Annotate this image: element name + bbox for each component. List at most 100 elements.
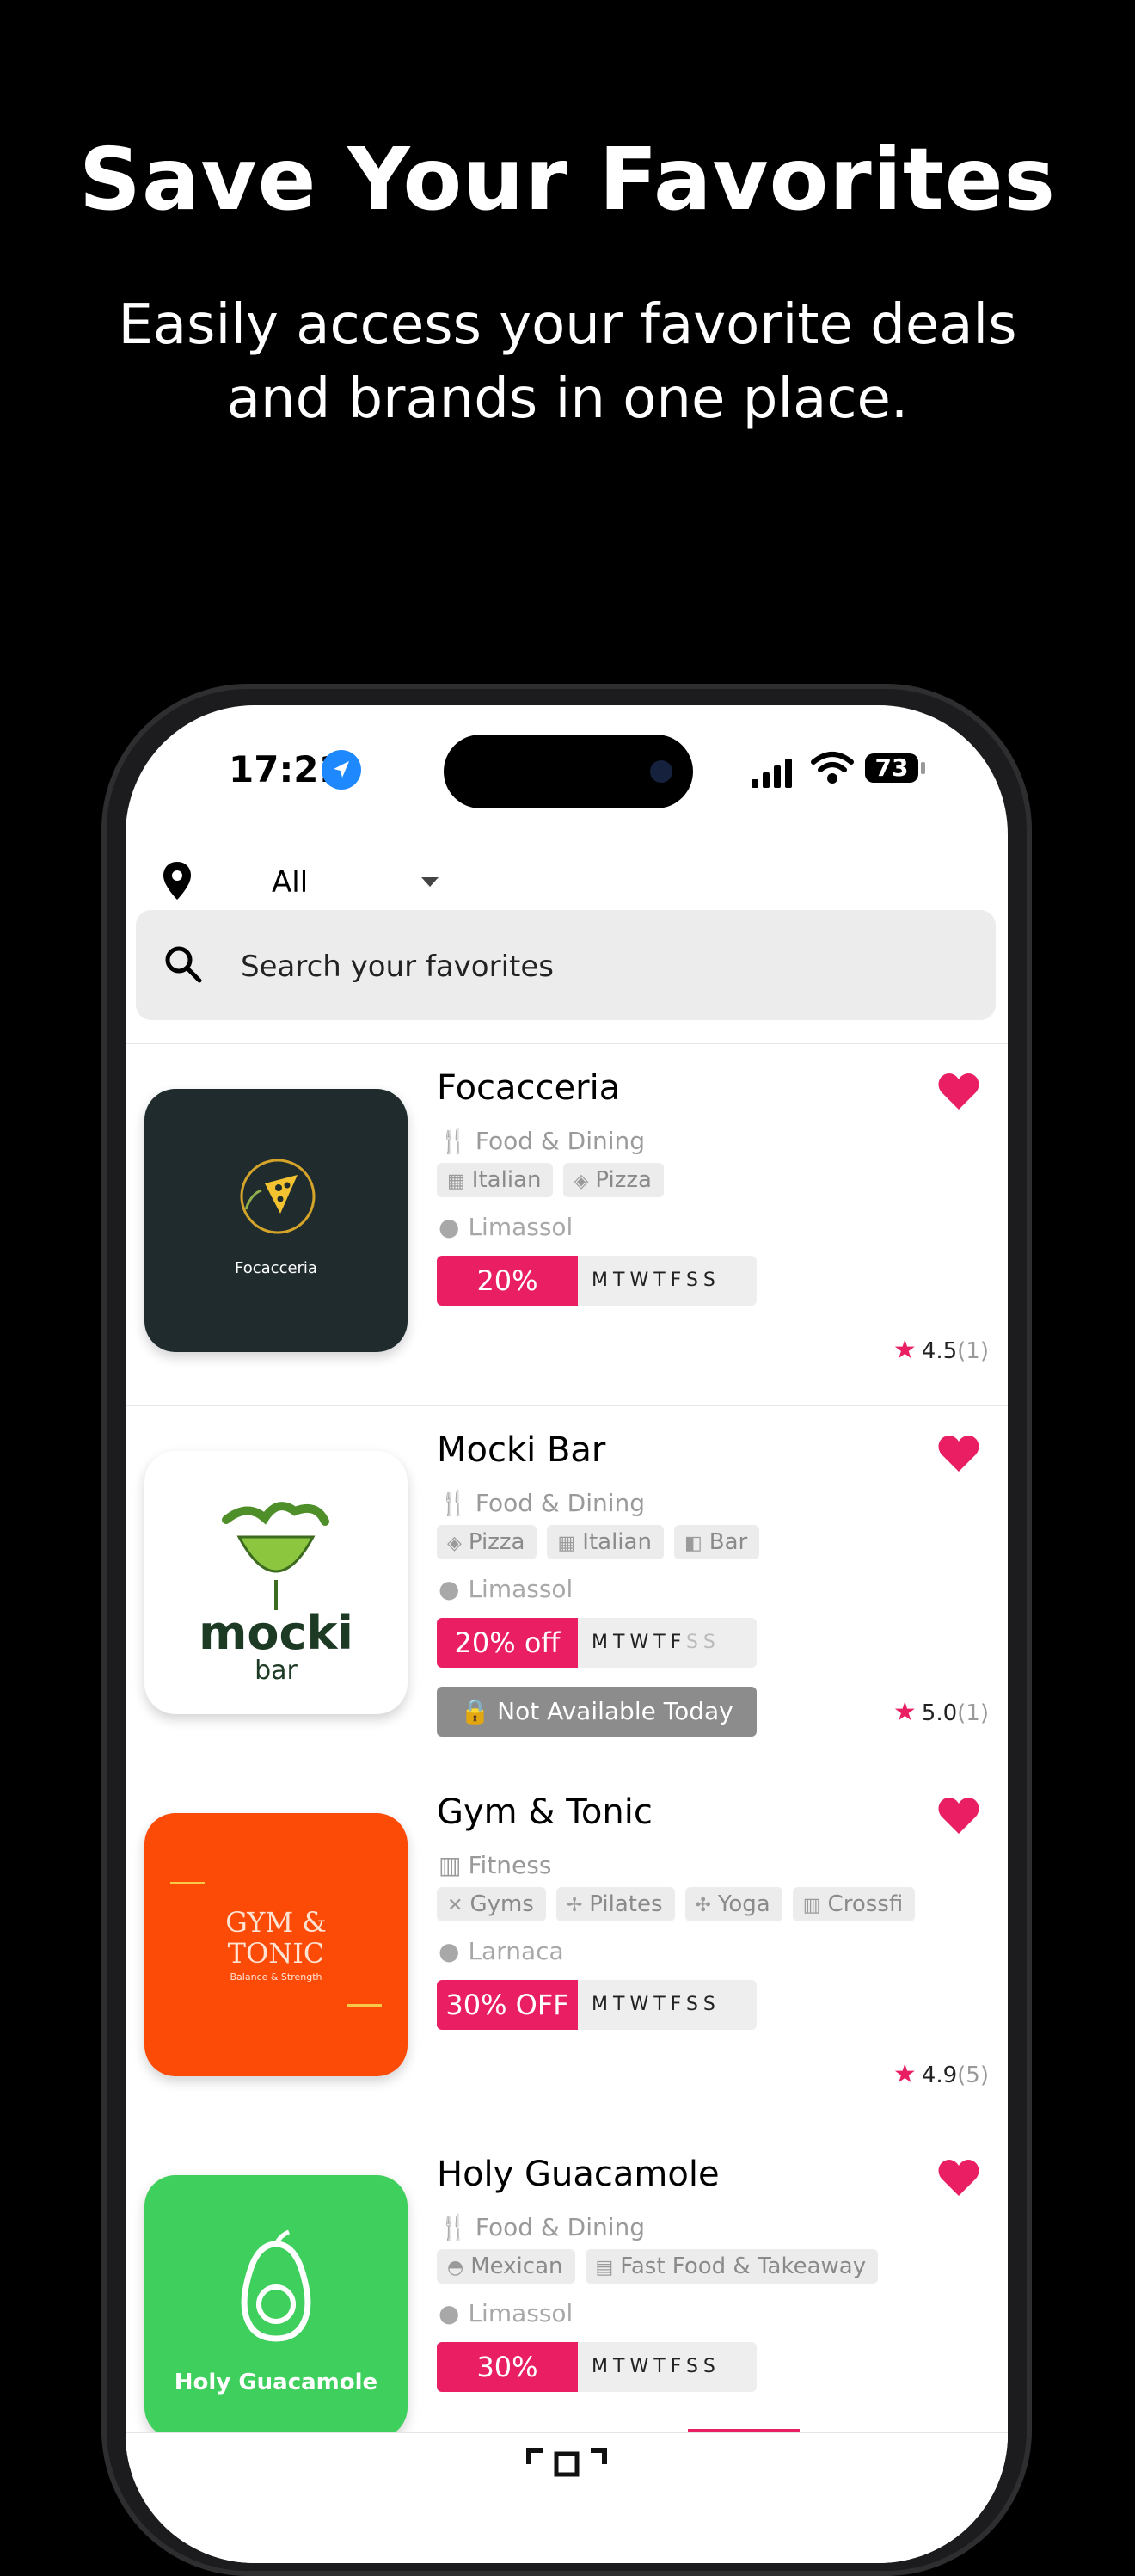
location-arrow-icon bbox=[322, 750, 361, 790]
search-input[interactable] bbox=[239, 936, 930, 998]
tag-label: Italian bbox=[582, 1529, 652, 1555]
tag-label: Italian bbox=[471, 1167, 542, 1193]
deal-value: 30% OFF bbox=[437, 1980, 578, 2030]
brand-name: Holy Guacamole bbox=[437, 2155, 720, 2194]
tag-label: Gyms bbox=[469, 1891, 534, 1917]
brand-name: Mocki Bar bbox=[437, 1430, 606, 1470]
category-label: Fitness bbox=[468, 1851, 552, 1879]
heart-icon[interactable] bbox=[937, 1796, 980, 1835]
city-label: Larnaca bbox=[468, 1937, 564, 1965]
fitness-icon: ▥ bbox=[439, 1851, 462, 1879]
rating: ★ 4.5(1) bbox=[893, 1335, 989, 1365]
camera-icon bbox=[650, 760, 672, 783]
fork-knife-icon: 🍴 bbox=[439, 1489, 469, 1517]
pizza-icon: ◈ bbox=[447, 1533, 462, 1554]
map-pin-icon: ● bbox=[439, 1937, 460, 1965]
rating-count: (1) bbox=[957, 1700, 989, 1726]
heart-icon[interactable] bbox=[937, 1434, 980, 1473]
tag-list: ▦ Italian ◈ Pizza bbox=[437, 1163, 918, 1199]
favorite-card[interactable]: mocki bar Mocki Bar 🍴 Food & Dining ◈ Pizz… bbox=[126, 1405, 1008, 1768]
logo-accent bbox=[170, 1882, 205, 1884]
star-icon: ★ bbox=[893, 1697, 917, 1727]
pilates-icon: ✢ bbox=[566, 1895, 583, 1916]
tag-list: ◈ Pizza ▦ Italian ◧ Bar bbox=[437, 1525, 918, 1561]
category-label: Food & Dining bbox=[475, 1127, 646, 1155]
rating: ★ 4.9(5) bbox=[893, 2059, 989, 2089]
promo-subtitle: Easily access your favorite deals and br… bbox=[0, 288, 1135, 436]
heart-icon[interactable] bbox=[937, 2158, 980, 2198]
map-pin-icon: ● bbox=[439, 1213, 460, 1241]
deal-value: 20% bbox=[437, 1256, 578, 1306]
wifi-icon bbox=[811, 752, 854, 784]
search-bar[interactable] bbox=[136, 910, 996, 1020]
tag: ◈ Pizza bbox=[437, 1525, 537, 1559]
chevron-down-icon bbox=[421, 877, 439, 887]
tag: ◓ Mexican bbox=[437, 2249, 575, 2284]
brand-logo: GYM & TONIC Balance & Strength bbox=[144, 1813, 408, 2076]
logo-accent bbox=[347, 2004, 382, 2007]
tag: ✣ Yoga bbox=[684, 1887, 782, 1921]
category-label: Food & Dining bbox=[475, 1489, 646, 1517]
tag: ▥ Crossfi bbox=[792, 1887, 916, 1921]
weekday-availability: MTWTFSS bbox=[592, 1632, 721, 1653]
tag-label: Fast Food & Takeaway bbox=[620, 2253, 867, 2279]
crossfit-icon: ▥ bbox=[802, 1895, 821, 1916]
tag-label: Pilates bbox=[589, 1891, 663, 1917]
logo-text: GYM & bbox=[225, 1906, 327, 1939]
avocado-icon bbox=[241, 2229, 311, 2342]
fork-knife-icon: 🍴 bbox=[439, 1127, 469, 1155]
logo-subtext: Balance & Strength bbox=[230, 1971, 322, 1983]
city-label: Limassol bbox=[468, 1213, 574, 1241]
rating: ★ 5.0(1) bbox=[893, 1697, 989, 1727]
category-label: Food & Dining bbox=[475, 2213, 646, 2241]
tag: ✢ Pilates bbox=[555, 1887, 675, 1921]
tag-icon: ▦ bbox=[557, 1533, 576, 1554]
qr-scan-icon[interactable] bbox=[525, 2445, 608, 2480]
weekday-availability: MTWTFSS bbox=[592, 1270, 721, 1291]
deal-value: 30% bbox=[437, 2342, 578, 2392]
bottom-navigation bbox=[126, 2432, 1008, 2563]
category: ▥ Fitness bbox=[439, 1851, 551, 1879]
tag: ◈ Pizza bbox=[563, 1163, 664, 1197]
filter-value: All bbox=[272, 865, 309, 900]
city-label: Limassol bbox=[468, 1575, 574, 1603]
promo-subtitle-line2: and brands in one place. bbox=[226, 367, 909, 431]
tag-label: Pizza bbox=[468, 1529, 525, 1555]
tag-label: Bar bbox=[709, 1529, 748, 1555]
promo-title: Save Your Favorites bbox=[78, 129, 1057, 230]
lock-icon: 🔒 bbox=[460, 1697, 491, 1725]
tag-list: ✕ Gyms ✢ Pilates ✣ Yoga ▥ Crossfi bbox=[437, 1887, 918, 1923]
rating-value: 4.9 bbox=[921, 2063, 958, 2088]
cup-icon: ◧ bbox=[684, 1533, 702, 1554]
pizza-icon: ◈ bbox=[574, 1171, 589, 1192]
star-icon: ★ bbox=[893, 1335, 917, 1365]
tag-list: ◓ Mexican ▤ Fast Food & Takeaway bbox=[437, 2249, 918, 2285]
brand-name: Focacceria bbox=[437, 1068, 621, 1108]
city-label: Limassol bbox=[468, 2299, 574, 2327]
battery-tip bbox=[921, 762, 925, 774]
favorite-card[interactable]: GYM & TONIC Balance & Strength Gym & Ton… bbox=[126, 1768, 1008, 2130]
availability-notice: 🔒 Not Available Today bbox=[437, 1687, 757, 1737]
battery-icon: 73 bbox=[865, 753, 918, 783]
deal-badge: 30% OFF MTWTFSS bbox=[437, 1980, 757, 2030]
rating-count: (5) bbox=[957, 2063, 989, 2088]
brand-logo: Focacceria bbox=[144, 1089, 408, 1352]
rating-value: 5.0 bbox=[921, 1700, 958, 1726]
location: ● Limassol bbox=[439, 1213, 573, 1241]
fork-knife-icon: 🍴 bbox=[439, 2213, 469, 2241]
heart-icon[interactable] bbox=[937, 1072, 980, 1111]
dynamic-island bbox=[444, 735, 693, 808]
takeaway-icon: ▤ bbox=[595, 2257, 614, 2278]
yoga-icon: ✣ bbox=[695, 1895, 711, 1916]
map-pin-icon bbox=[163, 862, 191, 900]
tag-label: Yoga bbox=[717, 1891, 770, 1917]
location-filter[interactable]: All bbox=[160, 851, 985, 912]
availability-label: Not Available Today bbox=[497, 1697, 733, 1725]
logo-text: Focacceria bbox=[235, 1259, 317, 1277]
brand-logo: mocki bar bbox=[144, 1451, 408, 1714]
favorite-card[interactable]: Focacceria Focacceria 🍴 Food & Dining ▦ It… bbox=[126, 1043, 1008, 1405]
taco-icon: ◓ bbox=[447, 2257, 464, 2278]
phone-screen: 17:21 73 All Search your favorites Focac… bbox=[126, 705, 1008, 2563]
tag-label: Pizza bbox=[595, 1167, 652, 1193]
dumbbell-icon: ✕ bbox=[447, 1895, 463, 1916]
